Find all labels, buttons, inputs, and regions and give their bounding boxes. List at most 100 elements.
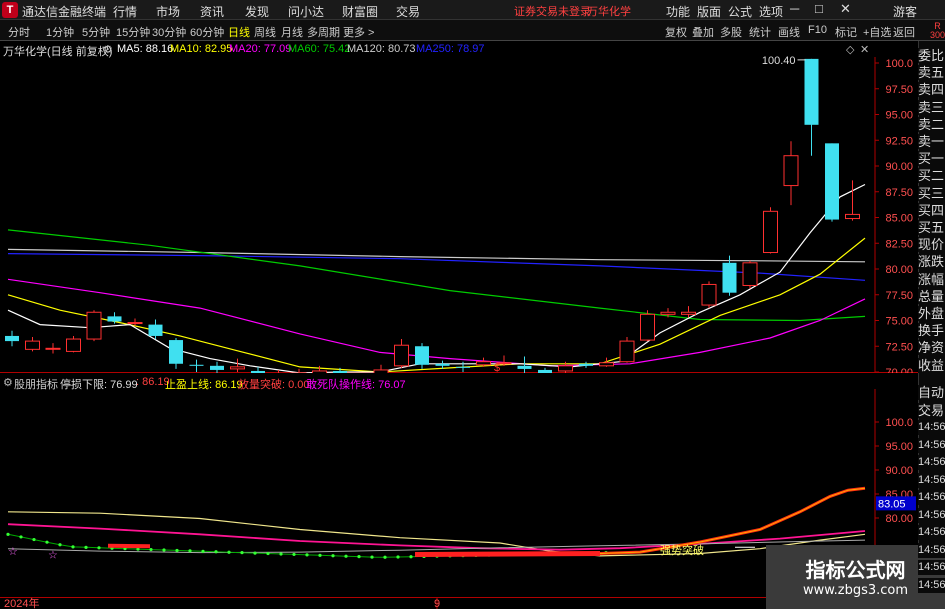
side-lower-item-11: 14:56 <box>918 577 945 593</box>
tool-f10[interactable]: F10 <box>808 24 827 36</box>
candle-body <box>579 363 593 366</box>
candle-body <box>845 213 860 220</box>
tool-diejia[interactable]: 叠加 <box>692 24 714 40</box>
side-item-3[interactable]: 卖三 <box>918 99 945 115</box>
close-icon[interactable]: ✕ <box>840 1 851 17</box>
side-item-16[interactable]: 换手 <box>918 323 945 339</box>
tab-30min[interactable]: 30分钟 <box>152 24 186 40</box>
tab-60min[interactable]: 60分钟 <box>190 24 224 40</box>
candle-body <box>415 346 429 365</box>
tool-duogu[interactable]: 多股 <box>720 24 742 40</box>
red-rising-line <box>599 486 866 555</box>
menu-gongneng[interactable]: 功能 <box>666 3 690 20</box>
side-item-12[interactable]: 涨跌 <box>918 254 945 270</box>
red-segment-1 <box>107 543 151 549</box>
side-item-14[interactable]: 总量 <box>918 288 945 304</box>
side-item-4[interactable]: 卖二 <box>918 116 945 132</box>
side-item-10[interactable]: 买五 <box>918 220 945 235</box>
candle-body <box>435 363 450 366</box>
candle-body <box>763 210 778 254</box>
tool-add-watchlist[interactable]: +自选 <box>863 24 891 40</box>
menu-jiaoyi[interactable]: 交易 <box>396 3 420 20</box>
side-item-11[interactable]: 现价 <box>918 237 945 253</box>
tab-5min[interactable]: 5分钟 <box>82 24 110 40</box>
green-dot <box>6 532 10 536</box>
side-item-13[interactable]: 涨幅 <box>918 271 945 287</box>
trade-login-warning[interactable]: 证券交易未登录 <box>514 3 591 19</box>
y-tick-label: 97.50 <box>885 84 913 96</box>
y-tick-label: 85.00 <box>885 213 913 225</box>
side-item-8[interactable]: 买三 <box>918 185 945 201</box>
side-item-9[interactable]: 买四 <box>918 202 945 218</box>
y-tick-label: 75.00 <box>885 316 913 328</box>
green-dot <box>214 550 218 554</box>
side-item-18[interactable]: 收益 <box>918 357 945 373</box>
tab-multi-period[interactable]: 多周期 <box>307 24 340 40</box>
ind-y-tick-label: 100.0 <box>885 417 913 429</box>
tool-back[interactable]: 返回 <box>893 24 915 40</box>
candlestick-chart[interactable]: 100.0 97.50 95.00 92.50 90.00 87.50 85.00 82.50… <box>0 41 918 373</box>
menu-zixun[interactable]: 资讯 <box>200 3 224 20</box>
green-dot <box>84 545 88 549</box>
maximize-icon[interactable]: □ <box>815 1 823 16</box>
menu-caifuquan[interactable]: 财富圈 <box>342 3 378 20</box>
side-item-0[interactable]: 委比 <box>918 48 945 63</box>
y-tick-label: 87.50 <box>885 187 913 199</box>
tab-15min[interactable]: 15分钟 <box>116 24 150 40</box>
star-marker-1: ☆ <box>8 545 18 558</box>
side-lower-item-6: 14:56 <box>918 490 945 505</box>
side-item-5[interactable]: 卖一 <box>918 134 945 149</box>
menu-gongshi[interactable]: 公式 <box>728 3 752 20</box>
candle-body <box>599 362 614 367</box>
side-lower-item-7: 14:56 <box>918 507 945 523</box>
y-tick-label: 82.50 <box>885 238 913 250</box>
side-item-6[interactable]: 买一 <box>918 151 945 167</box>
candle-body <box>66 338 81 352</box>
side-item-1[interactable]: 卖五 <box>918 65 945 81</box>
green-dot <box>97 546 101 550</box>
side-lower-item-8: 14:56 <box>918 525 945 540</box>
candle-body <box>681 311 696 315</box>
candle-body <box>5 335 19 342</box>
tool-fuquan[interactable]: 复权 <box>665 24 687 40</box>
menu-hangqing[interactable]: 行情 <box>113 3 137 20</box>
menu-faxian[interactable]: 发现 <box>245 3 269 20</box>
menu-wenxiaoda[interactable]: 问小达 <box>288 3 324 20</box>
tab-fenshi[interactable]: 分时 <box>8 24 30 40</box>
tab-monthly[interactable]: 月线 <box>281 24 303 40</box>
candle-body <box>189 364 204 366</box>
app-title: 通达信金融终端 <box>22 5 107 19</box>
candle-body <box>148 324 163 336</box>
tab-more[interactable]: 更多 > <box>343 24 374 40</box>
menu-banmian[interactable]: 版面 <box>697 3 721 20</box>
green-dot <box>201 549 205 553</box>
side-lower-item-1: 交易 <box>918 402 945 418</box>
side-badge: R 300 <box>930 21 945 40</box>
green-dot <box>383 555 387 559</box>
candle-body <box>210 365 224 370</box>
y-tick-label: 80.00 <box>885 264 913 276</box>
side-item-7[interactable]: 买二 <box>918 168 945 184</box>
green-dot <box>370 555 374 559</box>
user-guest[interactable]: 游客 <box>893 3 917 20</box>
tab-weekly[interactable]: 周线 <box>254 24 276 40</box>
side-item-17[interactable]: 净资 <box>918 340 945 356</box>
tab-1min[interactable]: 1分钟 <box>46 24 74 40</box>
minimize-icon[interactable]: ─ <box>790 1 799 16</box>
candle-body <box>107 316 122 322</box>
side-lower-item-0: 自动 <box>918 385 945 400</box>
tab-daily[interactable]: 日线 <box>228 24 250 40</box>
green-dot <box>227 550 231 554</box>
dollar-marker: $ <box>494 362 500 373</box>
y-tick-label: 100.0 <box>885 58 913 70</box>
tool-biaoji[interactable]: 标记 <box>835 24 857 40</box>
high-price-label: 100.40 <box>762 55 796 67</box>
tool-tongji[interactable]: 统计 <box>749 24 771 40</box>
star-marker-2: ☆ <box>48 548 58 561</box>
tool-huaxian[interactable]: 画线 <box>778 24 800 40</box>
side-item-2[interactable]: 卖四 <box>918 82 945 98</box>
menu-xuanxiang[interactable]: 选项 <box>759 3 783 20</box>
side-lower-item-10: 14:56 <box>918 560 945 575</box>
side-item-15[interactable]: 外盘 <box>918 306 945 321</box>
menu-shichang[interactable]: 市场 <box>156 3 180 20</box>
